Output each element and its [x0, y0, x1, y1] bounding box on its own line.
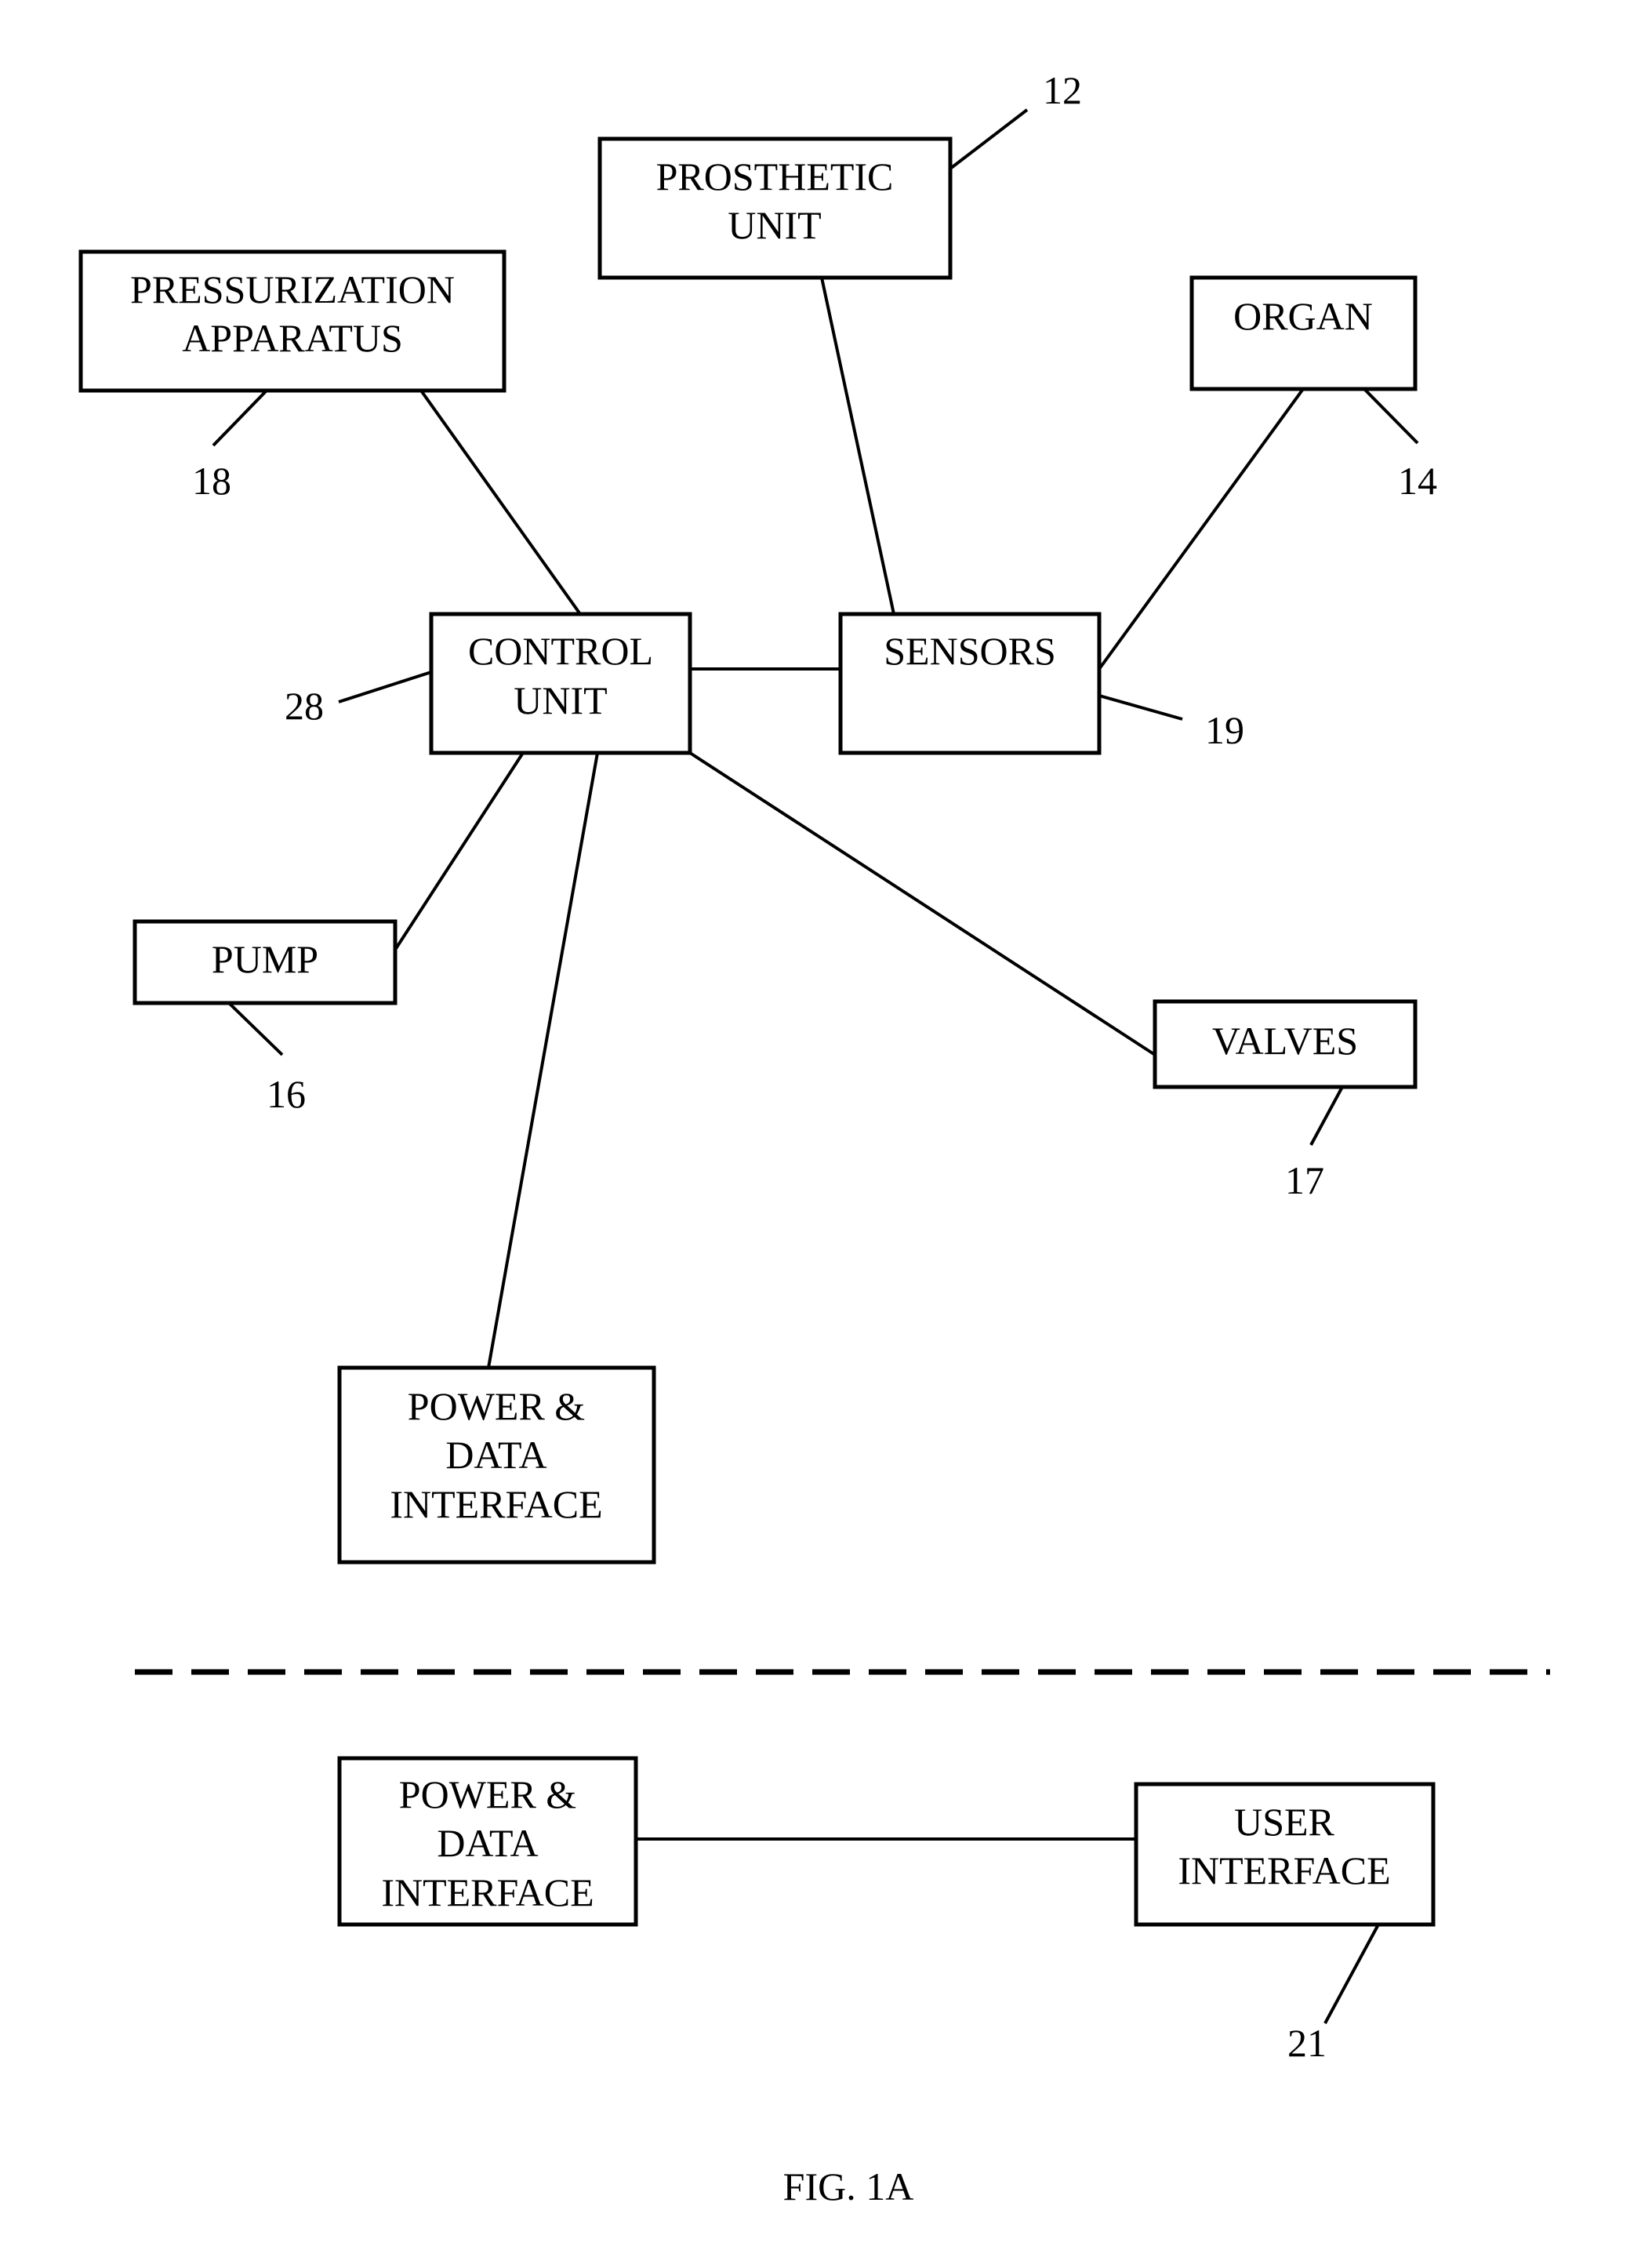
block-label-line: INTERFACE	[1178, 1848, 1390, 1892]
connection-control-valves	[688, 751, 1156, 1056]
block-label-line: INTERFACE	[390, 1482, 602, 1526]
block-label-line: UNIT	[728, 203, 821, 247]
valves-block: VALVES	[1153, 999, 1418, 1089]
pump-block: PUMP	[133, 919, 398, 1005]
reference-numeral-14: 14	[1398, 459, 1437, 503]
reference-numeral-16: 16	[267, 1072, 306, 1116]
leader-18	[212, 389, 268, 447]
reference-numeral-18: 18	[192, 459, 231, 503]
block-label-line: PUMP	[212, 937, 318, 981]
block-label-line: DATA	[445, 1433, 546, 1477]
block-label-line: ORGAN	[1233, 294, 1373, 338]
block-label-line: POWER &	[408, 1384, 585, 1428]
reference-numeral-19: 19	[1205, 708, 1244, 752]
reference-numeral-17: 17	[1285, 1158, 1324, 1202]
block-label-line: POWER &	[399, 1772, 576, 1816]
connection-sensors-prosthetic	[820, 277, 895, 615]
organ-block: ORGAN	[1189, 275, 1418, 391]
leader-17	[1309, 1086, 1344, 1146]
block-label-line: UNIT	[514, 678, 607, 722]
figure-caption: FIG. 1A	[783, 2164, 914, 2208]
power-data-interface-block-bottom: POWER & DATA INTERFACE	[337, 1756, 638, 1927]
connection-sensors-organ	[1098, 387, 1305, 671]
leader-28	[338, 671, 432, 703]
leader-12	[949, 108, 1029, 170]
connection-control-pump	[394, 751, 525, 951]
leader-14	[1363, 387, 1419, 445]
prosthetic-unit-block: PROSTHETIC UNIT	[597, 136, 953, 280]
control-unit-block: CONTROL UNIT	[429, 612, 692, 755]
leader-21	[1323, 1924, 1380, 2024]
block-label-line: SENSORS	[884, 629, 1056, 673]
reference-numeral-12: 12	[1043, 68, 1082, 112]
leader-19	[1098, 694, 1183, 721]
connection-control-power-data	[487, 752, 599, 1368]
block-label-line: APPARATUS	[182, 316, 403, 360]
connection-control-pressurization	[419, 389, 582, 616]
block-label-line: INTERFACE	[381, 1870, 594, 1914]
block-label-line: PROSTHETIC	[656, 154, 894, 198]
reference-numeral-28: 28	[285, 684, 324, 728]
block-label-line: PRESSURIZATION	[130, 267, 455, 311]
system-block-diagram: PRESSURIZATION APPARATUS PROSTHETIC UNIT…	[78, 68, 1550, 2208]
sensors-block: SENSORS	[838, 612, 1102, 755]
user-interface-block: USER INTERFACE	[1134, 1782, 1436, 1927]
pressurization-apparatus-block: PRESSURIZATION APPARATUS	[78, 249, 506, 393]
reference-numeral-21: 21	[1287, 2021, 1327, 2065]
leader-16	[227, 1001, 284, 1056]
power-data-interface-block-top: POWER & DATA INTERFACE	[337, 1365, 656, 1565]
block-label-line: VALVES	[1212, 1019, 1358, 1063]
block-label-line: USER	[1234, 1800, 1334, 1844]
block-label-line: CONTROL	[468, 629, 653, 673]
block-label-line: DATA	[437, 1821, 538, 1865]
